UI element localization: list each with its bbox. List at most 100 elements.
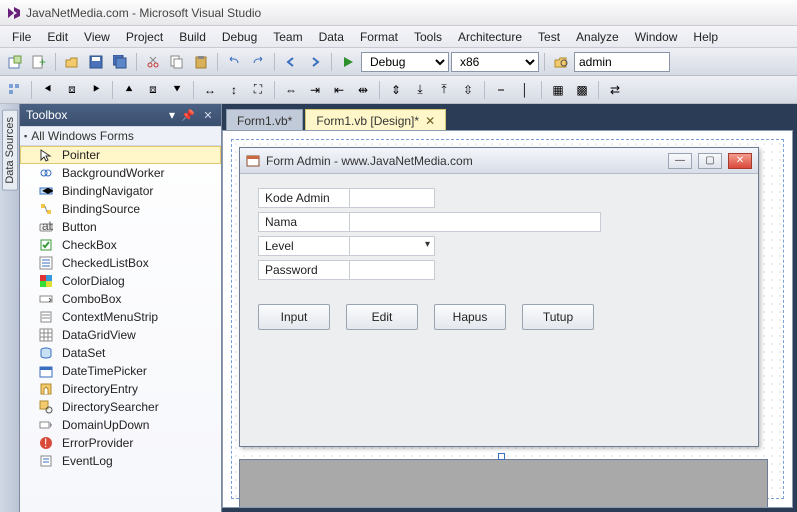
save-all-button[interactable]: [109, 51, 131, 73]
minimize-button[interactable]: —: [668, 153, 692, 169]
bring-front-icon[interactable]: ▦: [547, 79, 569, 101]
open-button[interactable]: [61, 51, 83, 73]
toolbox-item-bindingsource[interactable]: BindingSource: [20, 200, 221, 218]
resize-handle-icon[interactable]: [498, 453, 505, 460]
toolbox-item-backgroundworker[interactable]: BackgroundWorker: [20, 164, 221, 182]
hspace-dec-icon[interactable]: ⇤: [328, 79, 350, 101]
menu-architecture[interactable]: Architecture: [450, 28, 530, 46]
tab-close-icon[interactable]: ✕: [425, 114, 435, 128]
hspace-equal-icon[interactable]: ⇔: [280, 79, 302, 101]
dropdown-icon[interactable]: ▾: [169, 108, 175, 122]
toolbox-item-combobox[interactable]: ComboBox: [20, 290, 221, 308]
form-window[interactable]: Form Admin - www.JavaNetMedia.com — ▢ ✕ …: [239, 147, 759, 447]
align-top-icon[interactable]: ⯅: [118, 79, 140, 101]
menu-view[interactable]: View: [76, 28, 118, 46]
hspace-inc-icon[interactable]: ⇥: [304, 79, 326, 101]
center-vert-icon[interactable]: │: [514, 79, 536, 101]
solution-config-select[interactable]: Debug: [361, 52, 449, 72]
toolbox-item-bindingnavigator[interactable]: ◂▸BindingNavigator: [20, 182, 221, 200]
save-button[interactable]: [85, 51, 107, 73]
toolbox-item-dataset[interactable]: DataSet: [20, 344, 221, 362]
menu-format[interactable]: Format: [352, 28, 406, 46]
textbox-nama[interactable]: [349, 212, 601, 232]
copy-button[interactable]: [166, 51, 188, 73]
menu-data[interactable]: Data: [311, 28, 352, 46]
menu-analyze[interactable]: Analyze: [568, 28, 627, 46]
undo-button[interactable]: [223, 51, 245, 73]
vspace-equal-icon[interactable]: ⇕: [385, 79, 407, 101]
send-back-icon[interactable]: ▩: [571, 79, 593, 101]
label-password[interactable]: Password: [258, 260, 350, 280]
nav-back-button[interactable]: [280, 51, 302, 73]
data-sources-tab[interactable]: Data Sources: [2, 110, 18, 191]
toolbox-item-colordialog[interactable]: ColorDialog: [20, 272, 221, 290]
align-middle-icon[interactable]: ⧈: [142, 79, 164, 101]
menu-help[interactable]: Help: [685, 28, 726, 46]
menu-test[interactable]: Test: [530, 28, 568, 46]
menu-window[interactable]: Window: [627, 28, 686, 46]
toolbox-group-header[interactable]: ▪ All Windows Forms: [20, 126, 221, 146]
start-debug-button[interactable]: [337, 51, 359, 73]
solution-platform-select[interactable]: x86: [451, 52, 539, 72]
maximize-button[interactable]: ▢: [698, 153, 722, 169]
toolbox-item-eventlog[interactable]: EventLog: [20, 452, 221, 470]
toolbox-item-directoryentry[interactable]: DirectoryEntry: [20, 380, 221, 398]
button-edit[interactable]: Edit: [346, 304, 418, 330]
cut-button[interactable]: [142, 51, 164, 73]
center-horiz-icon[interactable]: ⎯: [490, 79, 512, 101]
toolbox-item-datagridview[interactable]: DataGridView: [20, 326, 221, 344]
find-input[interactable]: [574, 52, 670, 72]
pin-icon[interactable]: 📌: [181, 108, 195, 122]
add-item-button[interactable]: +: [28, 51, 50, 73]
vspace-inc-icon[interactable]: ⤓: [409, 79, 431, 101]
align-left-icon[interactable]: ⯇: [37, 79, 59, 101]
datagridview-control[interactable]: [239, 459, 768, 508]
toolbox-item-contextmenustrip[interactable]: ContextMenuStrip: [20, 308, 221, 326]
align-right-icon[interactable]: ⯈: [85, 79, 107, 101]
toolbox-item-domainupdown[interactable]: DomainUpDown: [20, 416, 221, 434]
button-tutup[interactable]: Tutup: [522, 304, 594, 330]
toolbox-item-datetimepicker[interactable]: DateTimePicker: [20, 362, 221, 380]
redo-button[interactable]: [247, 51, 269, 73]
same-width-icon[interactable]: ↔: [199, 79, 221, 101]
textbox-kode[interactable]: [349, 188, 435, 208]
same-size-icon[interactable]: ⛶: [247, 79, 269, 101]
hspace-remove-icon[interactable]: ⇹: [352, 79, 374, 101]
toolbox-item-checkbox[interactable]: CheckBox: [20, 236, 221, 254]
label-level[interactable]: Level: [258, 236, 350, 256]
toolbox-item-pointer[interactable]: Pointer: [20, 146, 221, 164]
menu-edit[interactable]: Edit: [39, 28, 76, 46]
label-nama[interactable]: Nama: [258, 212, 350, 232]
tab-form1-design[interactable]: Form1.vb [Design]*✕: [305, 109, 446, 131]
textbox-password[interactable]: [349, 260, 435, 280]
toolbox-item-button[interactable]: abButton: [20, 218, 221, 236]
menu-team[interactable]: Team: [265, 28, 310, 46]
close-button[interactable]: ✕: [728, 153, 752, 169]
toolbox-item-checkedlistbox[interactable]: CheckedListBox: [20, 254, 221, 272]
design-surface[interactable]: Form Admin - www.JavaNetMedia.com — ▢ ✕ …: [222, 130, 793, 508]
combobox-level[interactable]: [349, 236, 435, 256]
label-kode[interactable]: Kode Admin: [258, 188, 350, 208]
find-in-files-icon[interactable]: [550, 51, 572, 73]
menu-debug[interactable]: Debug: [214, 28, 265, 46]
nav-fwd-button[interactable]: [304, 51, 326, 73]
close-icon[interactable]: ✕: [201, 108, 215, 122]
vspace-dec-icon[interactable]: ⤒: [433, 79, 455, 101]
same-height-icon[interactable]: ↕: [223, 79, 245, 101]
align-center-icon[interactable]: ⧈: [61, 79, 83, 101]
toolbox-item-errorprovider[interactable]: !ErrorProvider: [20, 434, 221, 452]
toolbox-item-directorysearcher[interactable]: DirectorySearcher: [20, 398, 221, 416]
menu-project[interactable]: Project: [118, 28, 171, 46]
vspace-remove-icon[interactable]: ⇳: [457, 79, 479, 101]
menu-tools[interactable]: Tools: [406, 28, 450, 46]
align-bottom-icon[interactable]: ⯆: [166, 79, 188, 101]
paste-button[interactable]: [190, 51, 212, 73]
new-project-button[interactable]: [4, 51, 26, 73]
align-grid-icon[interactable]: [4, 79, 26, 101]
button-hapus[interactable]: Hapus: [434, 304, 506, 330]
button-input[interactable]: Input: [258, 304, 330, 330]
menu-file[interactable]: File: [4, 28, 39, 46]
tab-order-icon[interactable]: ⇄: [604, 79, 626, 101]
menu-build[interactable]: Build: [171, 28, 214, 46]
tab-form1-code[interactable]: Form1.vb*: [226, 109, 303, 131]
